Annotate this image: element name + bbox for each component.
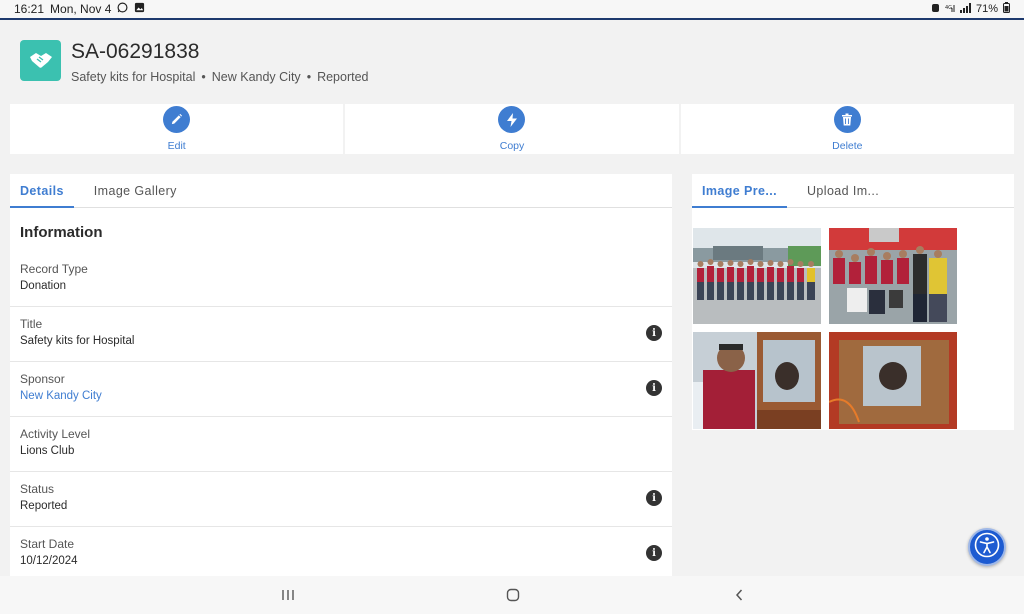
status-bar: 16:21 Mon, Nov 4 4G 71% xyxy=(0,0,1024,18)
field-activity-level: Activity Level Lions Club xyxy=(10,417,672,472)
lightning-icon xyxy=(498,106,526,133)
field-value: Donation xyxy=(20,280,67,292)
image-panel: Image Pre... Upload Im... xyxy=(692,174,1014,430)
tab-image-gallery[interactable]: Image Gallery xyxy=(84,174,187,208)
gallery-image[interactable] xyxy=(693,228,821,324)
tab-image-preview[interactable]: Image Pre... xyxy=(692,174,787,208)
copy-label: Copy xyxy=(499,140,525,152)
info-icon[interactable]: i xyxy=(646,325,662,341)
field-record-type: Record Type Donation xyxy=(10,252,672,307)
subtitle-sponsor: New Kandy City xyxy=(211,70,301,84)
sponsor-link[interactable]: New Kandy City xyxy=(20,390,662,402)
recent-apps-icon[interactable] xyxy=(280,586,296,604)
field-start-date: Start Date 10/12/2024 i xyxy=(10,527,672,576)
pencil-icon xyxy=(163,106,191,133)
image-gallery xyxy=(692,208,1014,430)
gallery-image[interactable] xyxy=(693,332,821,429)
edit-label: Edit xyxy=(167,140,186,152)
field-label: Status xyxy=(20,482,55,496)
back-icon[interactable] xyxy=(731,586,747,604)
left-tabs: Details Image Gallery xyxy=(10,174,672,208)
field-status: Status Reported i xyxy=(10,472,672,527)
signal-icon xyxy=(959,2,971,16)
delete-label: Delete xyxy=(832,140,863,152)
copy-button[interactable]: Copy xyxy=(345,104,679,154)
battery-text: 71% xyxy=(975,3,998,15)
record-header: SA-06291838 Safety kits for Hospital • N… xyxy=(0,20,1024,100)
field-label: Activity Level xyxy=(20,427,91,441)
field-value: 10/12/2024 xyxy=(20,555,78,567)
field-value: Lions Club xyxy=(20,445,75,457)
gallery-image[interactable] xyxy=(829,228,957,324)
field-label: Title xyxy=(20,317,43,331)
field-value: Safety kits for Hospital xyxy=(20,335,135,347)
trash-icon xyxy=(833,106,861,133)
section-title: Information xyxy=(20,224,103,241)
alarm-icon xyxy=(931,2,940,16)
home-icon[interactable] xyxy=(505,586,521,604)
handshake-icon xyxy=(20,40,61,81)
network-icon: 4G xyxy=(945,3,955,16)
battery-icon xyxy=(1003,2,1010,16)
info-icon[interactable]: i xyxy=(646,490,662,506)
action-bar: Edit Copy Delete xyxy=(10,104,1014,154)
right-tabs: Image Pre... Upload Im... xyxy=(692,174,1014,208)
info-icon[interactable]: i xyxy=(646,545,662,561)
accessibility-button[interactable] xyxy=(968,528,1006,566)
details-panel: Details Image Gallery Information Record… xyxy=(10,174,672,576)
accessibility-icon xyxy=(974,532,1000,563)
subtitle-title: Safety kits for Hospital xyxy=(71,70,196,84)
field-title: Title Safety kits for Hospital i xyxy=(10,307,672,362)
record-title: SA-06291838 xyxy=(71,40,200,63)
field-label: Sponsor xyxy=(20,372,65,386)
gallery-icon xyxy=(134,2,145,16)
field-sponsor: Sponsor New Kandy City i xyxy=(10,362,672,417)
whatsapp-icon xyxy=(117,2,128,16)
field-value: Reported xyxy=(20,500,68,512)
info-icon[interactable]: i xyxy=(646,380,662,396)
edit-button[interactable]: Edit xyxy=(10,104,344,154)
field-label: Record Type xyxy=(20,262,88,276)
delete-button[interactable]: Delete xyxy=(680,104,1014,154)
subtitle-status: Reported xyxy=(317,70,369,84)
record-subtitle: Safety kits for Hospital • New Kandy Cit… xyxy=(71,70,369,84)
system-nav-bar xyxy=(0,576,1024,614)
status-time: 16:21 xyxy=(14,2,45,16)
tab-upload-image[interactable]: Upload Im... xyxy=(797,174,889,208)
svg-text:4G: 4G xyxy=(945,5,952,11)
tab-details[interactable]: Details xyxy=(10,174,74,208)
gallery-image[interactable] xyxy=(829,332,957,429)
status-date: Mon, Nov 4 xyxy=(50,2,112,16)
field-label: Start Date xyxy=(20,537,75,551)
